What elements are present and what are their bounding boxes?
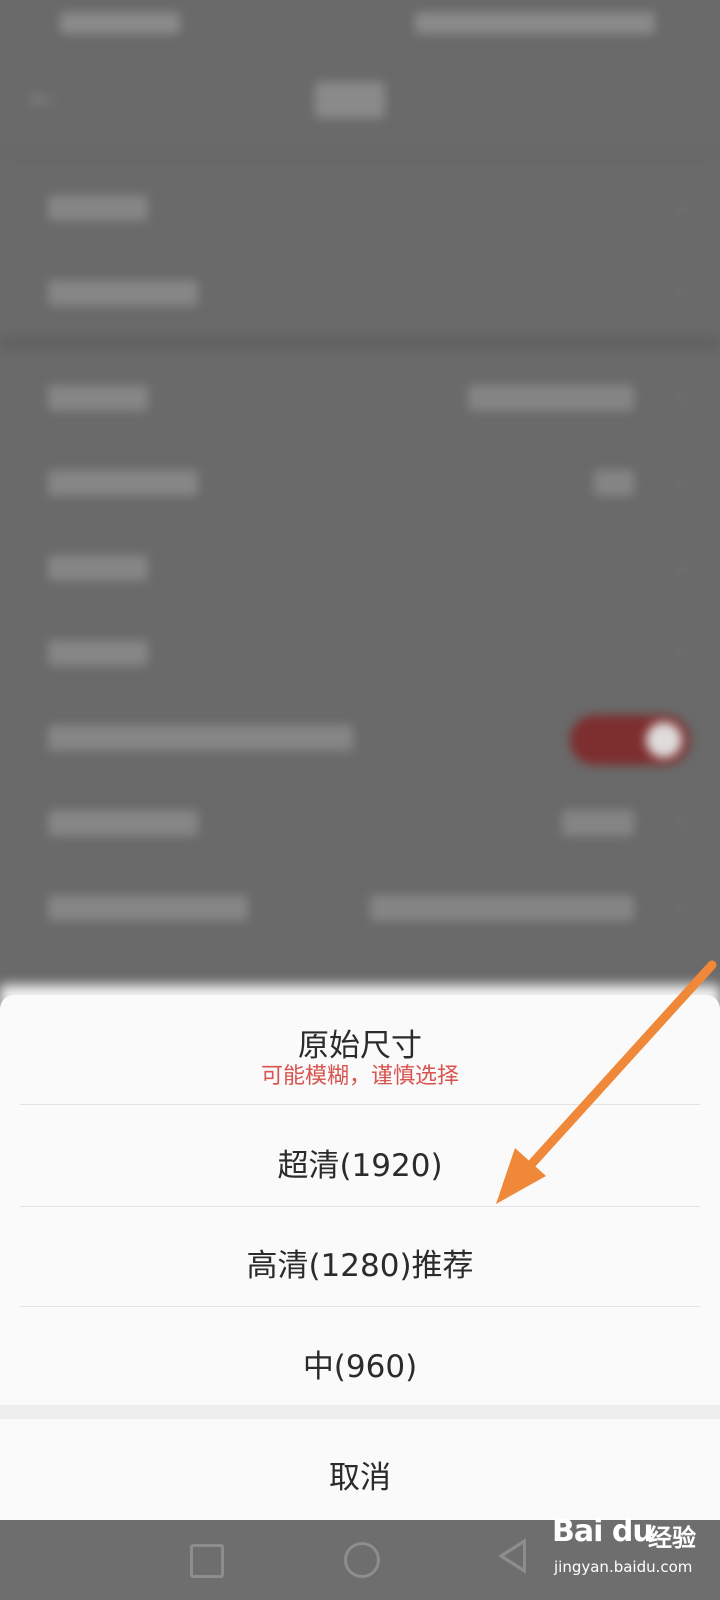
chevron-right-icon: ›	[676, 893, 687, 923]
option-medium[interactable]: 中(960)	[0, 1341, 720, 1386]
watermark-url: jingyan.baidu.com	[554, 1558, 693, 1576]
row-label-blurred	[48, 195, 148, 221]
section-divider	[0, 336, 720, 350]
row-label-blurred	[48, 640, 148, 666]
option-original-size-hint: 可能模糊，谨慎选择	[260, 1064, 459, 1089]
status-left-blurred	[60, 12, 180, 34]
settings-row[interactable]: ›	[0, 865, 720, 951]
page-title-blurred	[315, 82, 385, 118]
back-arrow-icon[interactable]: ←	[30, 82, 55, 117]
row-label-blurred	[48, 555, 148, 581]
row-label-blurred	[48, 280, 198, 306]
watermark-logo: Bai du	[552, 1514, 654, 1549]
triangle-back-icon-inner	[504, 1544, 523, 1568]
chevron-right-icon: ›	[676, 278, 687, 308]
option-ultra-hd[interactable]: 超清(1920)	[0, 1140, 720, 1185]
option-divider	[20, 1306, 700, 1307]
settings-row-toggle[interactable]	[0, 695, 720, 781]
row-value-blurred	[562, 810, 634, 836]
row-label-blurred	[48, 725, 353, 751]
app-bar: ←	[0, 52, 720, 154]
row-label-blurred	[48, 470, 198, 496]
settings-row[interactable]: ›	[0, 525, 720, 611]
settings-row[interactable]: ›	[0, 165, 720, 251]
settings-row[interactable]: ›	[0, 355, 720, 441]
row-label-blurred	[48, 895, 248, 921]
cancel-button[interactable]: 取消	[0, 1452, 720, 1497]
baidu-watermark: Bai du 经验 jingyan.baidu.com	[552, 1502, 712, 1592]
cancel-gap	[0, 1405, 720, 1419]
settings-row[interactable]: ›	[0, 780, 720, 866]
status-right-blurred	[415, 12, 655, 34]
option-hd-recommended[interactable]: 高清(1280)推荐	[0, 1240, 720, 1285]
circle-icon[interactable]	[344, 1542, 380, 1578]
square-icon[interactable]	[190, 1544, 224, 1578]
chevron-right-icon: ›	[676, 808, 687, 838]
chevron-right-icon: ›	[676, 383, 687, 413]
settings-row[interactable]: ›	[0, 250, 720, 336]
toggle-switch[interactable]	[570, 715, 690, 765]
settings-row[interactable]: ›	[0, 610, 720, 696]
chevron-right-icon: ›	[676, 193, 687, 223]
row-label-blurred	[48, 810, 198, 836]
toggle-knob	[646, 722, 682, 758]
row-label-blurred	[48, 385, 148, 411]
settings-row[interactable]: ›	[0, 440, 720, 526]
option-divider	[20, 1206, 700, 1207]
chevron-right-icon: ›	[676, 468, 687, 498]
row-value-blurred	[370, 895, 634, 921]
watermark-cn: 经验	[648, 1524, 696, 1552]
row-value-blurred	[468, 385, 634, 411]
chevron-right-icon: ›	[676, 638, 687, 668]
settings-page-blurred: ← › › › › › › › ›	[0, 0, 720, 1000]
chevron-right-icon: ›	[676, 553, 687, 583]
status-bar	[0, 0, 720, 52]
row-value-blurred	[594, 470, 634, 496]
option-divider	[20, 1104, 700, 1105]
